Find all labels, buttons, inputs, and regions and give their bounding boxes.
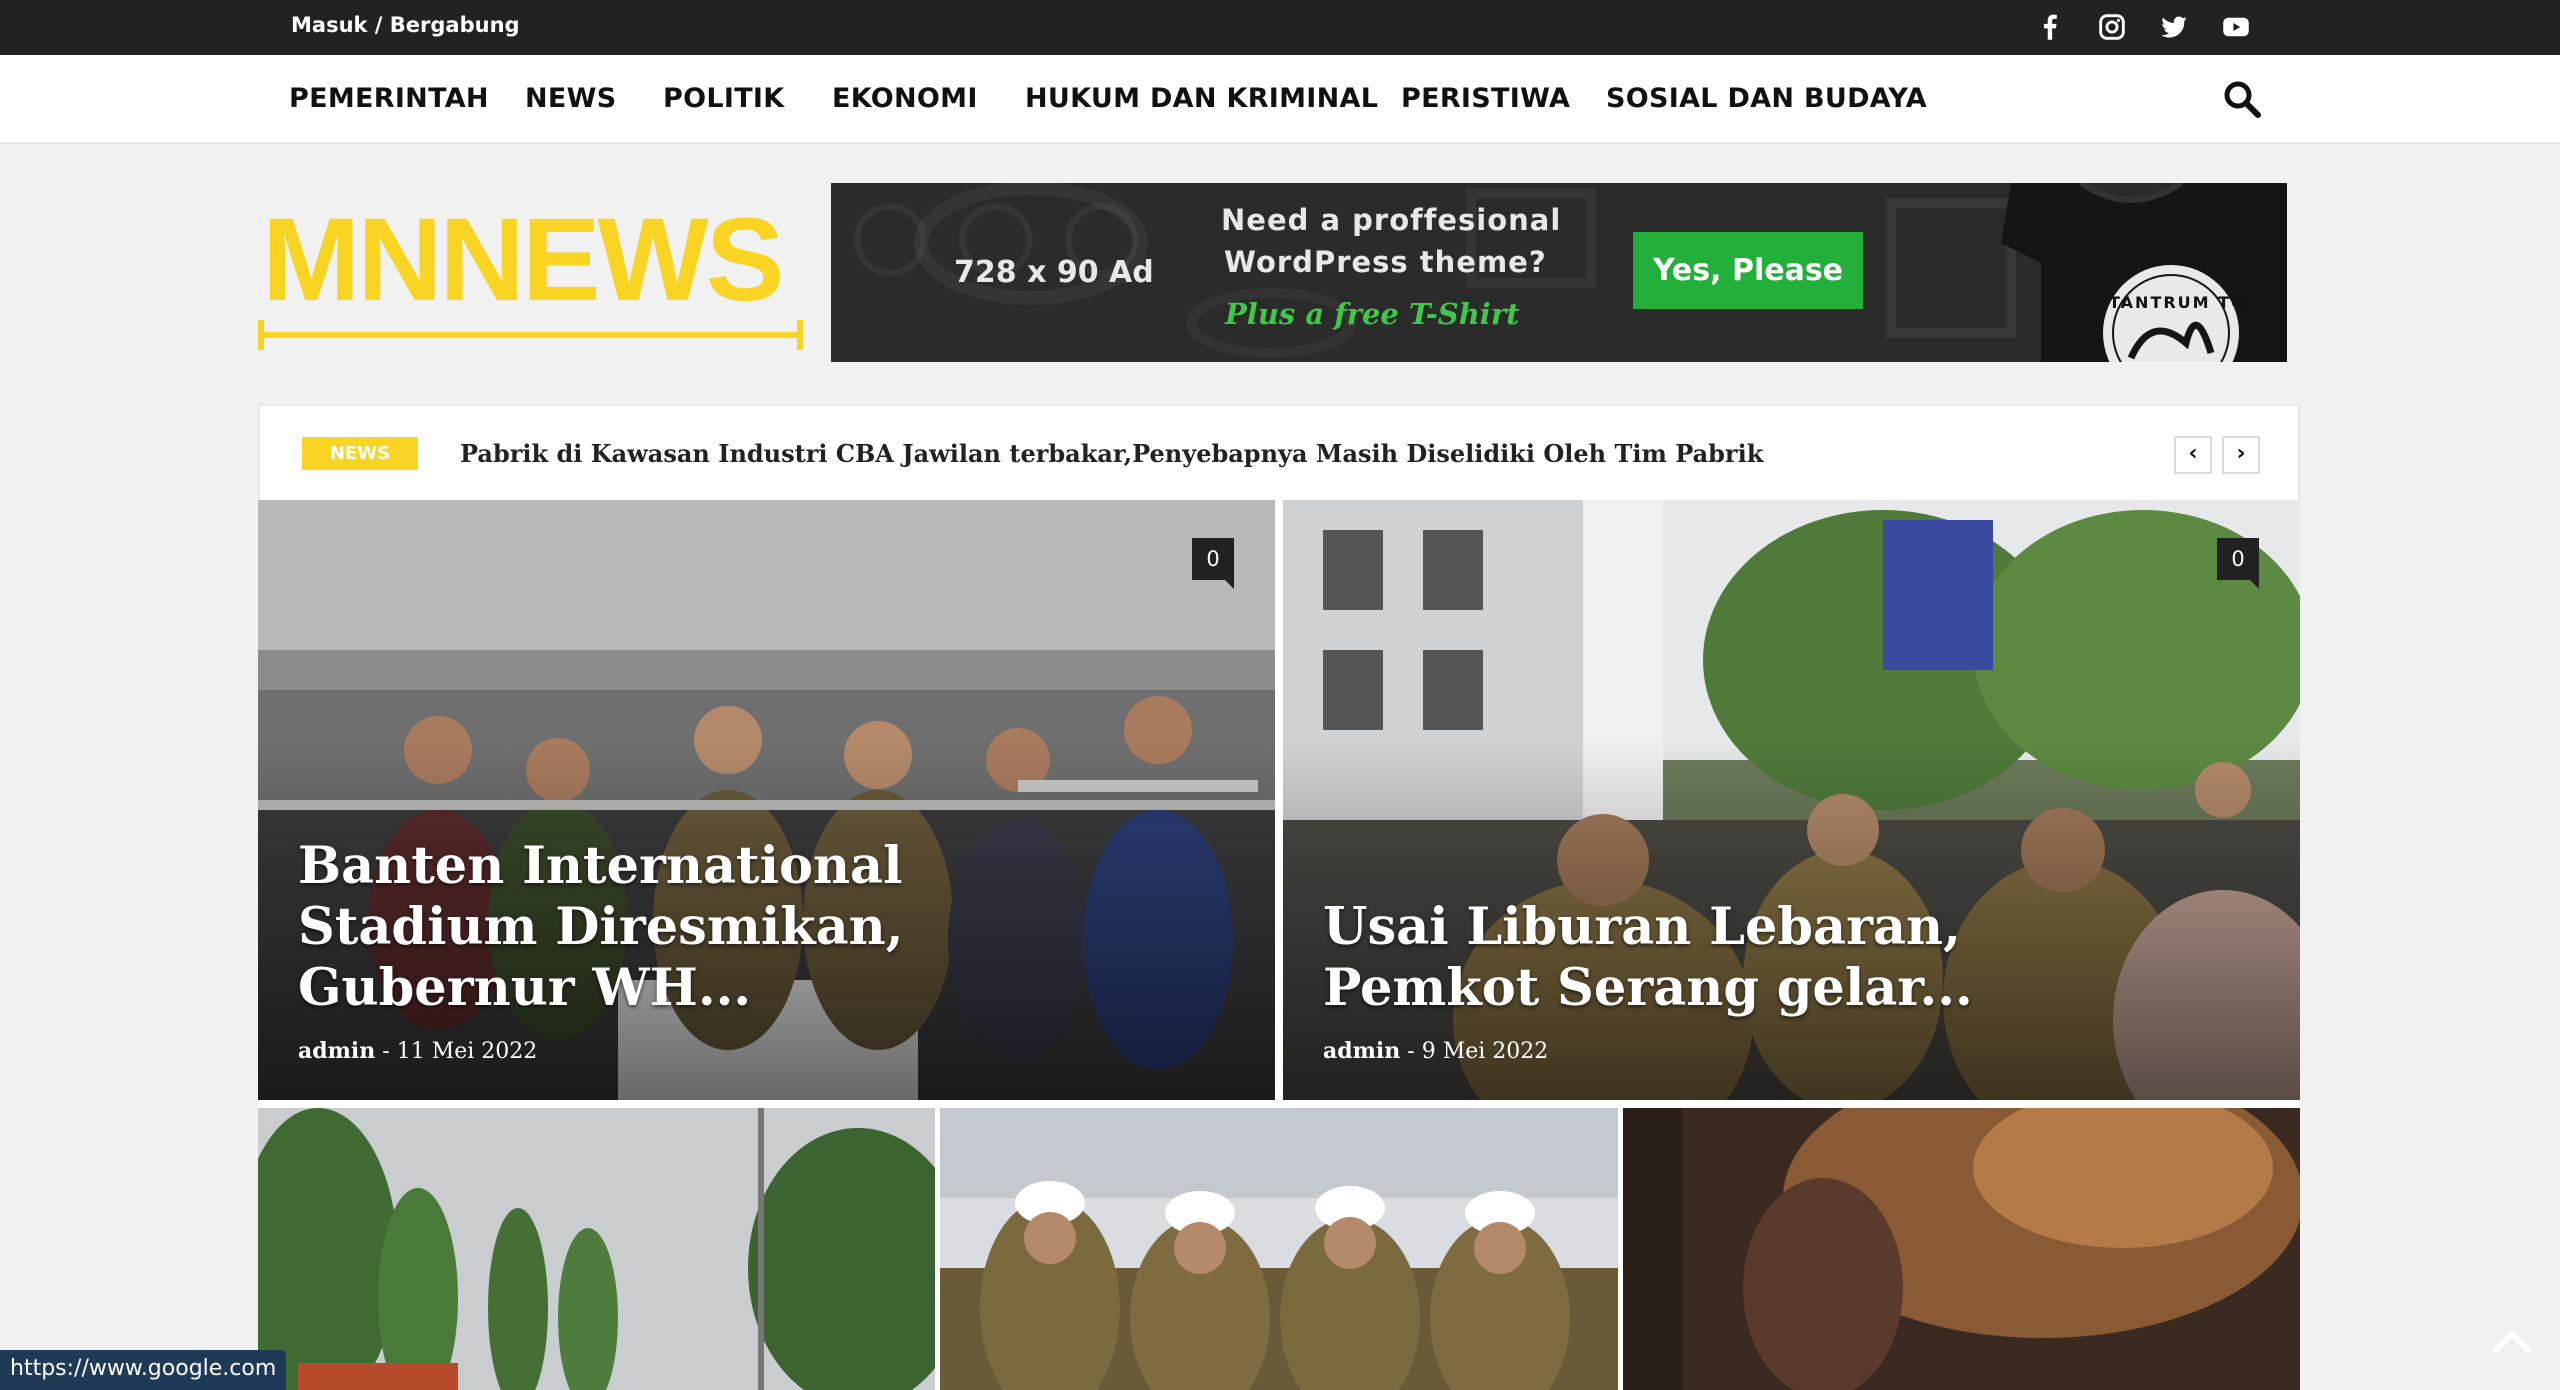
news-ticker: NEWS Pabrik di Kawasan Industri CBA Jawi… — [258, 404, 2300, 500]
post-date: 11 Mei 2022 — [396, 1039, 538, 1064]
ad-size-label: 728 x 90 Ad — [954, 255, 1154, 290]
featured-post-2[interactable]: 0 Usai Liburan Lebaran, Pemkot Serang ge… — [1283, 500, 2300, 1100]
post-card-3[interactable] — [1623, 1108, 2300, 1390]
post-card-2-image — [940, 1108, 1618, 1390]
nav-item-news[interactable]: NEWS — [525, 55, 616, 142]
ticker-prev-button[interactable]: ‹ — [2174, 436, 2212, 474]
ad-cta-button[interactable]: Yes, Please — [1633, 232, 1863, 309]
logo-text: MNNEWS — [262, 194, 785, 326]
twitter-icon[interactable] — [2157, 10, 2191, 44]
featured-post-2-title-line-1[interactable]: Usai Liburan Lebaran, — [1323, 897, 1961, 958]
instagram-icon[interactable] — [2095, 10, 2129, 44]
logo-underline — [258, 320, 803, 350]
login-link[interactable]: Masuk / Bergabung — [291, 0, 520, 55]
tshirt-image — [2001, 183, 2287, 362]
featured-post-1-meta: admin - 11 Mei 2022 — [298, 1038, 537, 1064]
featured-post-1-title-line-2[interactable]: Stadium Diresmikan, — [298, 897, 903, 958]
post-author[interactable]: admin — [298, 1038, 375, 1064]
ticker-badge: NEWS — [302, 437, 418, 470]
top-bar: Masuk / Bergabung — [0, 0, 2560, 55]
ticker-next-button[interactable]: › — [2222, 436, 2260, 474]
ticker-headline-link[interactable]: Pabrik di Kawasan Industri CBA Jawilan t… — [460, 432, 1763, 476]
ad-tagline: Plus a free T-Shirt — [1225, 297, 1520, 331]
featured-post-1-title-line-3[interactable]: Gubernur WH... — [298, 958, 751, 1019]
nav-item-politik[interactable]: POLITIK — [663, 55, 784, 142]
featured-post-2-title-line-2[interactable]: Pemkot Serang gelar... — [1323, 958, 1973, 1019]
search-icon[interactable] — [2222, 79, 2262, 119]
nav-item-hukum-dan-kriminal[interactable]: HUKUM DAN KRIMINAL — [1025, 55, 1378, 142]
post-card-2[interactable] — [940, 1108, 1618, 1390]
ad-headline-1: Need a proffesional — [1221, 203, 1562, 237]
comment-count[interactable]: 0 — [2217, 538, 2259, 589]
featured-post-2-meta: admin - 9 Mei 2022 — [1323, 1038, 1548, 1064]
site-logo[interactable]: MNNEWS — [258, 200, 805, 352]
facebook-icon[interactable] — [2033, 10, 2067, 44]
nav-item-sosial-dan-budaya[interactable]: SOSIAL DAN BUDAYA — [1606, 55, 1927, 142]
nav-item-ekonomi[interactable]: EKONOMI — [832, 55, 978, 142]
featured-post-1[interactable]: 0 Banten International Stadium Diresmika… — [258, 500, 1275, 1100]
meta-separator: - — [1407, 1039, 1422, 1064]
comment-count[interactable]: 0 — [1192, 538, 1234, 589]
tshirt-label: TANTRUM TO — [2109, 293, 2247, 312]
browser-status-url: https://www.google.com — [0, 1350, 287, 1390]
post-card-1[interactable] — [258, 1108, 935, 1390]
youtube-icon[interactable] — [2219, 10, 2253, 44]
post-date: 9 Mei 2022 — [1421, 1039, 1549, 1064]
nav-item-peristiwa[interactable]: PERISTIWA — [1401, 55, 1570, 142]
ad-banner[interactable]: ◯ ◯ ◯ 728 x 90 Ad Need a proffesional Wo… — [831, 183, 2287, 362]
post-card-1-image — [258, 1108, 935, 1390]
post-card-3-image — [1623, 1108, 2300, 1390]
back-to-top-icon[interactable] — [2490, 1320, 2534, 1360]
nav-item-pemerintah[interactable]: PEMERINTAH — [289, 55, 489, 142]
meta-separator: - — [382, 1039, 397, 1064]
featured-post-1-title-line-1[interactable]: Banten International — [298, 836, 902, 897]
post-author[interactable]: admin — [1323, 1038, 1400, 1064]
main-navigation: PEMERINTAH NEWS POLITIK EKONOMI HUKUM DA… — [0, 55, 2560, 144]
main-content: NEWS Pabrik di Kawasan Industri CBA Jawi… — [258, 404, 2300, 1390]
ad-headline-2: WordPress theme? — [1224, 245, 1547, 279]
